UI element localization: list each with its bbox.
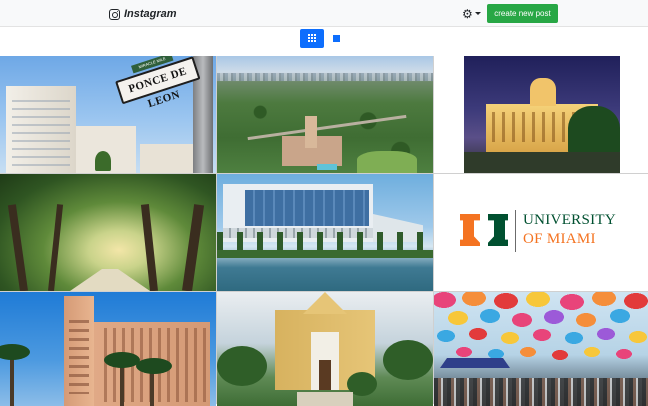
caret-down-icon [474,12,481,15]
bank-shape [217,250,433,258]
tower-shape [305,116,317,148]
post-tile[interactable] [434,292,648,406]
awning-shape [440,358,510,368]
tree-shape [568,106,620,156]
palm-row-shape [217,232,433,252]
logo-divider [515,210,516,252]
post-tile[interactable] [0,174,216,291]
brand[interactable]: Instagram [109,6,177,22]
view-toggle [300,28,340,48]
post-photo [464,56,620,173]
pool-shape [317,164,337,170]
gable-shape [303,292,347,314]
navbar: Instagram ⚙ create new post [0,0,648,27]
tree-trunk [7,204,28,291]
post-tile[interactable]: UNIVERSITY OF MIAMI [434,174,648,291]
post-tile[interactable]: MIRACLE MILE PONCE DE LEON [0,56,216,173]
grid-view-icon [308,34,316,42]
tree-trunk [140,204,158,291]
building-shape [6,86,76,173]
brand-name: Instagram [124,8,177,20]
settings-dropdown[interactable]: ⚙ [462,7,481,20]
university-logo-icon [460,214,510,246]
photo-grid: MIRACLE MILE PONCE DE LEON UNIVERSITY OF… [0,56,648,406]
logo-text-line2: OF MIAMI [523,231,596,247]
tower-shape [64,296,94,406]
post-tile[interactable] [0,292,216,406]
tree-trunk [182,204,205,291]
palm-fronds [136,358,172,374]
crowd-shape [434,378,648,406]
palm-fronds [104,352,140,368]
tree-shape [95,151,111,171]
palm-fronds [0,344,30,360]
post-tile[interactable] [217,56,433,173]
grid-view-button[interactable] [300,28,324,48]
instagram-icon [109,8,120,20]
street-sign: MIRACLE MILE PONCE DE LEON [112,56,201,110]
gear-icon: ⚙ [462,6,473,21]
skyline-shape [217,73,433,81]
post-tile[interactable] [217,174,433,291]
road-shape [70,269,150,291]
lawn-shape [357,151,417,173]
create-new-post-button[interactable]: create new post [487,4,558,23]
door-shape [319,360,331,390]
list-view-button[interactable] [333,34,340,42]
post-tile[interactable] [217,292,433,406]
logo-text-line1: UNIVERSITY [523,212,616,228]
post-tile[interactable] [434,56,648,173]
tree-trunk [48,204,64,291]
shrub-shape [383,340,433,380]
shrub-shape [217,346,267,386]
dome-shape [530,78,556,106]
ground-shape [464,152,620,173]
